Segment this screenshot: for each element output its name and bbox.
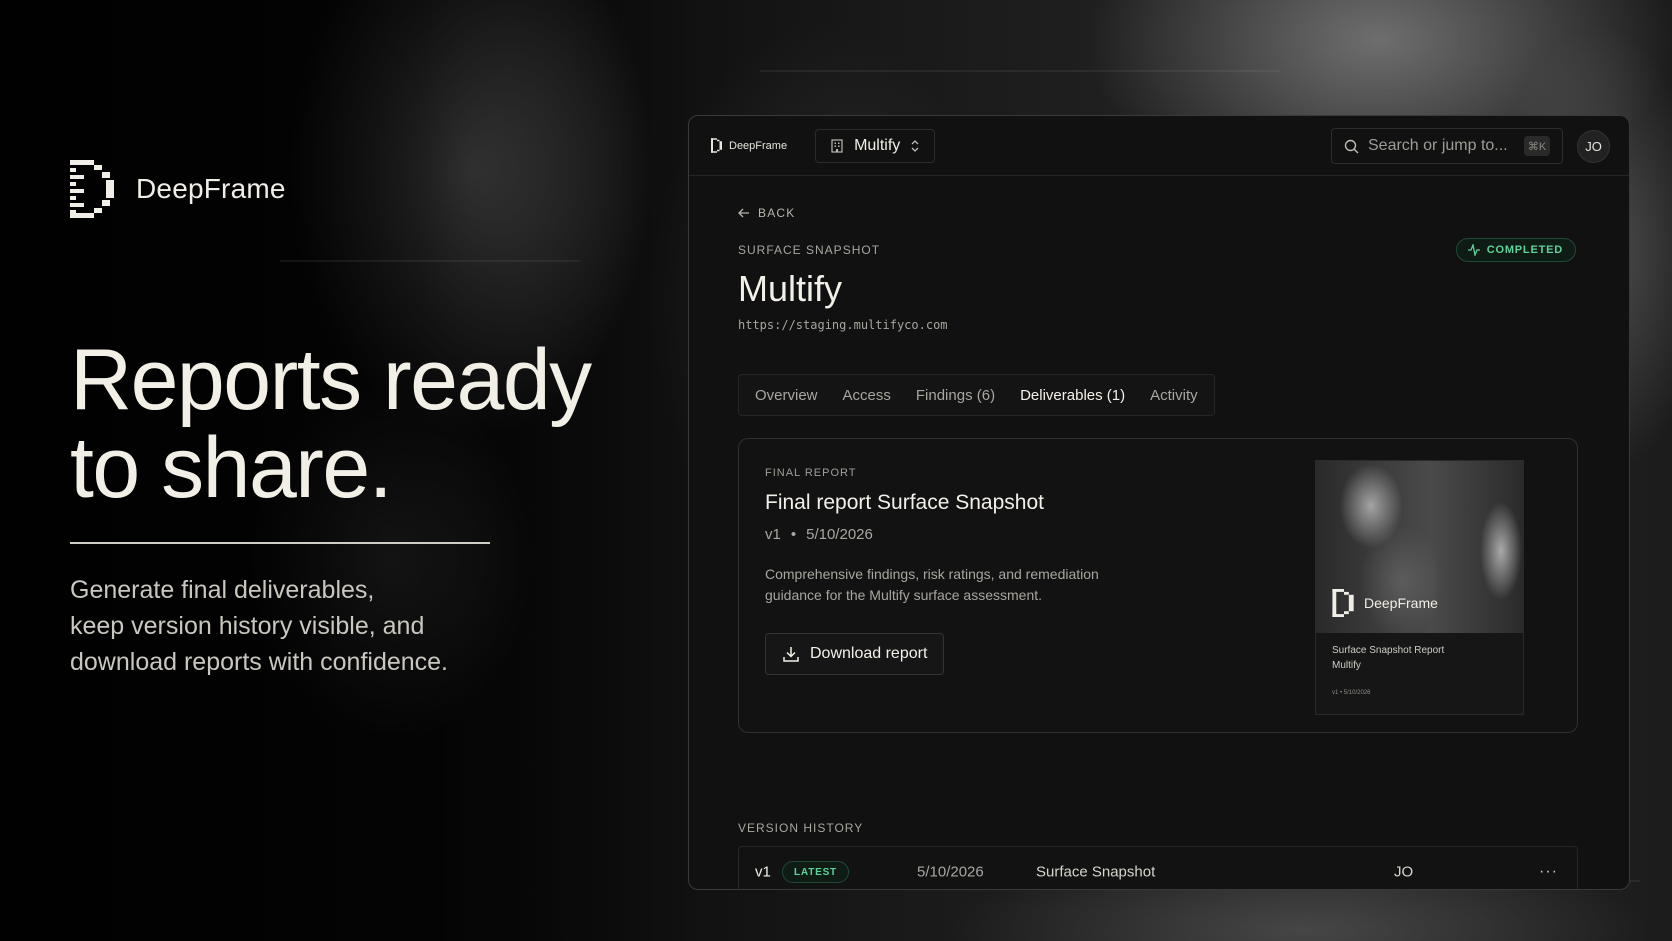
- search-placeholder: Search or jump to...: [1368, 137, 1508, 154]
- hero-section: DeepFrame Reports ready to share. Genera…: [70, 160, 670, 680]
- report-date: 5/10/2026: [806, 526, 873, 543]
- search-input[interactable]: Search or jump to... ⌘K: [1331, 128, 1563, 164]
- thumbnail-meta: v1 • 5/10/2026: [1332, 690, 1371, 696]
- report-meta: v1 • 5/10/2026: [765, 526, 873, 543]
- brand-name: DeepFrame: [136, 173, 286, 204]
- hero-divider: [70, 542, 490, 544]
- workspace-switcher[interactable]: Multify: [815, 128, 936, 163]
- brand: DeepFrame: [70, 160, 670, 218]
- report-version: v1: [765, 526, 781, 543]
- deepframe-logo-icon: [711, 138, 722, 153]
- version-history-label: VERSION HISTORY: [738, 821, 864, 835]
- activity-icon: [1467, 244, 1480, 256]
- latest-badge: LATEST: [782, 861, 849, 883]
- page-eyebrow: SURFACE SNAPSHOT: [738, 243, 881, 257]
- back-label: BACK: [758, 206, 796, 220]
- app-logo[interactable]: DeepFrame: [711, 138, 787, 153]
- avatar[interactable]: JO: [1577, 130, 1610, 163]
- search-icon: [1344, 139, 1359, 153]
- status-text: COMPLETED: [1486, 244, 1563, 256]
- report-description: Comprehensive findings, risk ratings, an…: [765, 566, 1099, 603]
- more-options-icon[interactable]: ···: [1539, 863, 1558, 881]
- workspace-name: Multify: [854, 136, 901, 154]
- thumbnail-brand: DeepFrame: [1332, 589, 1438, 617]
- download-report-button[interactable]: Download report: [765, 633, 945, 675]
- search-shortcut: ⌘K: [1524, 136, 1550, 156]
- app-window: DeepFrame Multify Search or jump to... ⌘…: [688, 115, 1630, 890]
- download-label: Download report: [810, 645, 928, 662]
- tab-findings[interactable]: Findings (6): [916, 387, 995, 404]
- report-eyebrow: FINAL REPORT: [765, 467, 857, 479]
- subcopy-line-1: Generate final deliverables,: [70, 576, 375, 604]
- table-row[interactable]: v1 LATEST 5/10/2026 Surface Snapshot JO …: [738, 846, 1578, 889]
- row-type: Surface Snapshot: [1036, 863, 1156, 881]
- top-bar: DeepFrame Multify Search or jump to... ⌘…: [689, 116, 1629, 176]
- deepframe-logo-icon: [70, 160, 114, 218]
- report-title: Final report Surface Snapshot: [765, 491, 1044, 514]
- report-thumbnail[interactable]: DeepFrame Surface Snapshot Report Multif…: [1315, 460, 1524, 715]
- thumbnail-title: Surface Snapshot Report: [1332, 645, 1445, 656]
- headline: Reports ready to share.: [70, 336, 670, 512]
- back-link[interactable]: BACK: [738, 206, 795, 220]
- row-user: JO: [1394, 863, 1414, 881]
- tab-bar: Overview Access Findings (6) Deliverable…: [738, 374, 1215, 416]
- headline-line-2: to share.: [70, 420, 393, 516]
- chevron-up-down-icon: [911, 139, 919, 152]
- headline-line-1: Reports ready: [70, 332, 592, 428]
- row-date: 5/10/2026: [917, 863, 984, 881]
- target-url: https://staging.multifyco.com: [738, 318, 948, 332]
- tab-deliverables[interactable]: Deliverables (1): [1020, 387, 1125, 404]
- arrow-left-icon: [738, 208, 749, 218]
- tab-access[interactable]: Access: [843, 387, 891, 404]
- row-version: v1: [755, 863, 771, 881]
- deepframe-logo-icon: [1332, 589, 1354, 617]
- building-icon: [831, 138, 843, 153]
- thumbnail-brand-name: DeepFrame: [1364, 595, 1438, 611]
- tab-activity[interactable]: Activity: [1150, 387, 1198, 404]
- tab-overview[interactable]: Overview: [755, 387, 818, 404]
- download-icon: [783, 647, 799, 662]
- status-badge: COMPLETED: [1455, 238, 1576, 262]
- subcopy-line-3: download reports with confidence.: [70, 648, 449, 676]
- subcopy-line-2: keep version history visible, and: [70, 612, 425, 640]
- report-card: FINAL REPORT Final report Surface Snapsh…: [738, 438, 1578, 733]
- app-logo-name: DeepFrame: [729, 139, 788, 152]
- page-title: Multify: [738, 268, 843, 309]
- meta-separator: •: [790, 526, 797, 543]
- thumbnail-subtitle: Multify: [1332, 660, 1361, 671]
- hero-subcopy: Generate final deliverables, keep versio…: [70, 572, 530, 680]
